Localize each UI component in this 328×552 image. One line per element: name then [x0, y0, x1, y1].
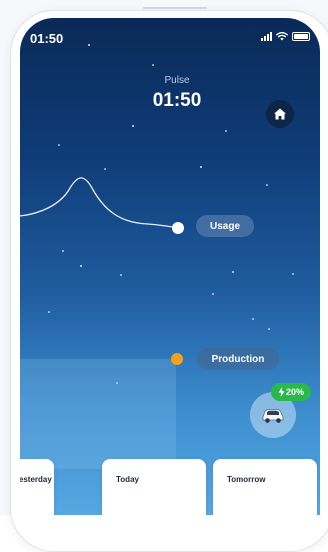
usage-point	[172, 222, 184, 234]
charge-badge: 20%	[271, 383, 311, 401]
day-card-today[interactable]: Today	[102, 459, 206, 515]
bolt-icon	[278, 387, 285, 397]
day-label-yesterday: Yesterday	[20, 475, 52, 484]
charge-value: 20%	[285, 387, 304, 397]
day-card-yesterday[interactable]: Yesterday	[20, 459, 54, 515]
car-icon	[262, 409, 284, 423]
day-label-today: Today	[116, 475, 139, 484]
phone-speaker	[143, 7, 207, 9]
day-label-tomorrow: Tomorrow	[227, 475, 266, 484]
day-card-tomorrow[interactable]: Tomorrow	[213, 459, 317, 515]
usage-label[interactable]: Usage	[196, 215, 254, 237]
usage-curve	[20, 177, 179, 229]
production-label[interactable]: Production	[197, 348, 279, 370]
production-point	[171, 353, 183, 365]
app-screen: 01:50 Pulse 01:50 Usage Production 20% e…	[20, 18, 320, 515]
